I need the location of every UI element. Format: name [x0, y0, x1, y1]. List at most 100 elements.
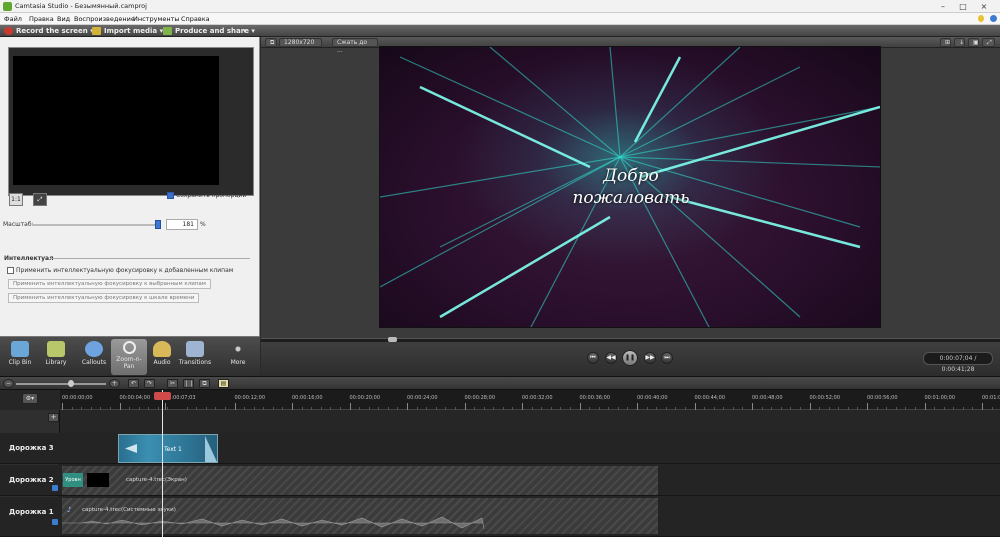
apply-selected-button[interactable]: Применить интеллектуальную фокусировку к… [8, 279, 211, 289]
timeline-zoom-track[interactable] [16, 383, 106, 385]
tab-zoom-n-pan[interactable]: Zoom-n-Pan [111, 339, 147, 375]
undo-icon[interactable]: ↶ [128, 379, 139, 388]
toolbar-more-button[interactable]: ▾ [243, 26, 247, 36]
track-1-lock-icon[interactable] [52, 519, 58, 525]
cut-icon[interactable]: ✂ [167, 379, 178, 388]
playhead-line[interactable] [162, 390, 163, 537]
ruler-major-tick [349, 403, 351, 410]
menu-playback[interactable]: Воспроизведение [74, 15, 135, 23]
clip-fade-handle[interactable] [205, 436, 217, 462]
split-icon[interactable]: ❘❘ [183, 379, 194, 388]
actual-size-button[interactable]: 1:1 [9, 193, 23, 206]
ruler-minor-tick [359, 407, 361, 410]
copy-icon[interactable]: ⧉ [199, 379, 210, 388]
step-forward-icon[interactable]: ▶▶ [644, 352, 656, 364]
produce-icon [163, 27, 172, 35]
maximize-button[interactable]: □ [955, 1, 971, 12]
menu-edit[interactable]: Правка [29, 15, 54, 23]
ruler-minor-tick [895, 407, 897, 410]
ruler-minor-tick [71, 407, 73, 410]
canvas-text-line-1: Добро [603, 166, 659, 186]
ruler-minor-tick [675, 407, 677, 410]
menu-view[interactable]: Вид [57, 15, 70, 23]
record-screen-button[interactable]: Record the screen ▾ [4, 26, 94, 36]
playhead-handle[interactable] [154, 392, 171, 400]
ruler-minor-tick [368, 407, 370, 410]
go-to-start-icon[interactable]: ⏮ [587, 352, 599, 364]
ruler-minor-tick [320, 407, 322, 410]
apply-smart-focus-checkbox[interactable] [7, 267, 14, 274]
track-2-lock-icon[interactable] [52, 485, 58, 491]
ruler-major-tick [62, 403, 63, 410]
ruler-time-label: 00:00:24;00 [407, 395, 438, 401]
fit-full-icon[interactable]: ⤢ [33, 193, 47, 206]
fullscreen-icon[interactable]: ⤢ [982, 38, 995, 47]
time-ruler[interactable]: 00:00:00;00 00:00:04;00 00:00:07;03 00:00:1… [60, 390, 1000, 410]
tab-clip-bin[interactable]: Clip Bin [2, 339, 38, 375]
download-icon[interactable]: ↓ [954, 38, 965, 47]
minimize-button[interactable]: – [935, 1, 951, 12]
scale-input[interactable]: 181 [166, 219, 198, 230]
ruler-minor-tick [272, 407, 274, 410]
clip-thumbnail-black [87, 473, 109, 487]
keep-aspect-checkbox[interactable] [167, 192, 174, 199]
tip-bulb-icon[interactable] [978, 15, 984, 22]
track-settings-gear-icon[interactable]: ⚙▾ [22, 393, 38, 404]
produce-share-button[interactable]: Produce and share ▾ [163, 26, 255, 36]
detach-icon[interactable]: ⧉ [265, 38, 277, 47]
clip-capture-screen-label: capture-4.trec(Экран) [126, 477, 187, 483]
timeline-zoom-thumb[interactable] [68, 380, 74, 387]
ruler-minor-tick [771, 407, 773, 410]
scale-slider-track[interactable] [32, 224, 157, 226]
ruler-minor-tick [732, 407, 734, 410]
go-to-end-icon[interactable]: ⏭ [661, 352, 673, 364]
menu-help[interactable]: Справка [181, 15, 210, 23]
track-3-row: Дорожка 3 Text 1 [0, 433, 1000, 464]
clip-capture-audio[interactable]: ♪ capture-4.trec(Системные звуки) [62, 498, 658, 534]
clip-bin-icon [11, 341, 29, 357]
paste-icon[interactable]: ▤ [218, 379, 229, 388]
ruler-minor-tick [934, 407, 936, 410]
ruler-minor-tick [991, 407, 993, 410]
zoom-out-icon[interactable]: − [3, 379, 14, 388]
play-pause-icon[interactable]: ❚❚ [622, 350, 638, 366]
zoom-in-icon[interactable]: + [109, 379, 120, 388]
import-media-label: Import media ▾ [104, 27, 164, 35]
ruler-time-label: 00:00:04;00 [119, 395, 151, 401]
close-button[interactable]: × [976, 1, 992, 12]
scale-slider-thumb[interactable] [155, 220, 161, 229]
import-media-button[interactable]: Import media ▾ [92, 26, 163, 36]
step-back-icon[interactable]: ◀◀ [605, 352, 617, 364]
ruler-minor-tick [167, 407, 169, 410]
add-track-icon[interactable]: + [48, 413, 59, 422]
ruler-time-label: 00:00:36;00 [579, 395, 611, 401]
tab-library[interactable]: Library [38, 339, 74, 375]
apply-timeline-button[interactable]: Применить интеллектуальную фокусировку к… [8, 293, 200, 303]
menu-tools[interactable]: Инструменты [133, 15, 180, 23]
redo-icon[interactable]: ↷ [144, 379, 155, 388]
fit-dropdown[interactable]: Сжать до ... [332, 38, 378, 54]
tab-callouts[interactable]: Callouts [76, 339, 112, 375]
ruler-major-tick [407, 403, 408, 410]
help-icon[interactable] [990, 15, 997, 22]
ruler-time-label: 00:00:52;00 [809, 395, 841, 401]
tab-more[interactable]: More [220, 339, 256, 375]
ruler-minor-tick [819, 407, 821, 410]
ruler-minor-tick [387, 407, 389, 410]
zoom-preview-frame[interactable] [13, 56, 219, 185]
resolution-dropdown[interactable]: 1280x720 [279, 38, 322, 47]
tab-audio[interactable]: Audio [144, 339, 180, 375]
video-canvas[interactable]: Добро пожаловать [379, 46, 881, 328]
tab-transitions-label: Transitions [178, 359, 212, 366]
menu-file[interactable]: Файл [4, 15, 22, 23]
clip-capture-screen[interactable]: Уровн capture-4.trec(Экран) [62, 466, 658, 495]
tab-transitions[interactable]: Transitions [177, 339, 213, 375]
keep-aspect-label: Сохранить пропорции [176, 192, 247, 199]
ruler-minor-tick [253, 407, 255, 410]
ruler-minor-tick [828, 407, 830, 410]
view-mode-icon[interactable]: ⊞ [940, 38, 951, 47]
ruler-time-label: 00:00:00;00 [62, 395, 93, 401]
clip-text-1[interactable]: Text 1 [118, 434, 218, 463]
tab-zoom-n-pan-label: Zoom-n-Pan [116, 356, 142, 370]
save-frame-icon[interactable]: ▣ [968, 38, 979, 47]
